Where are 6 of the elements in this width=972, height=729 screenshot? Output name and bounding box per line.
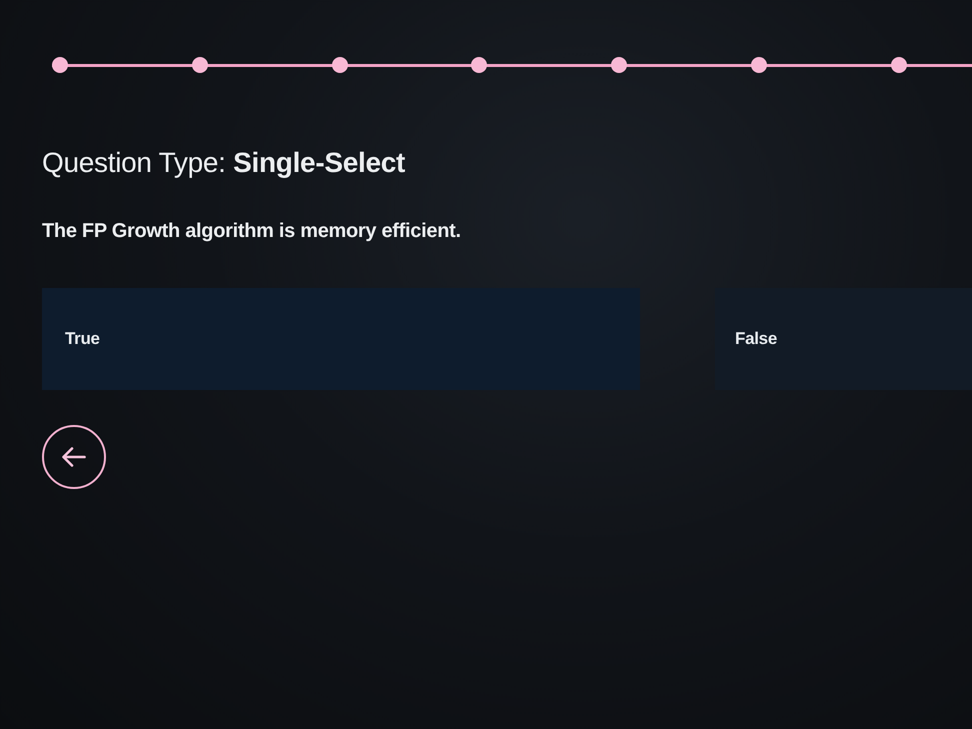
question-type-heading: Question Type: Single-Select: [42, 146, 406, 180]
arrow-left-icon: [62, 447, 86, 467]
question-text: The FP Growth algorithm is memory efficient.: [42, 219, 462, 244]
answer-option[interactable]: False: [715, 288, 972, 390]
back-button[interactable]: [42, 425, 106, 489]
answer-option[interactable]: True: [42, 288, 640, 390]
